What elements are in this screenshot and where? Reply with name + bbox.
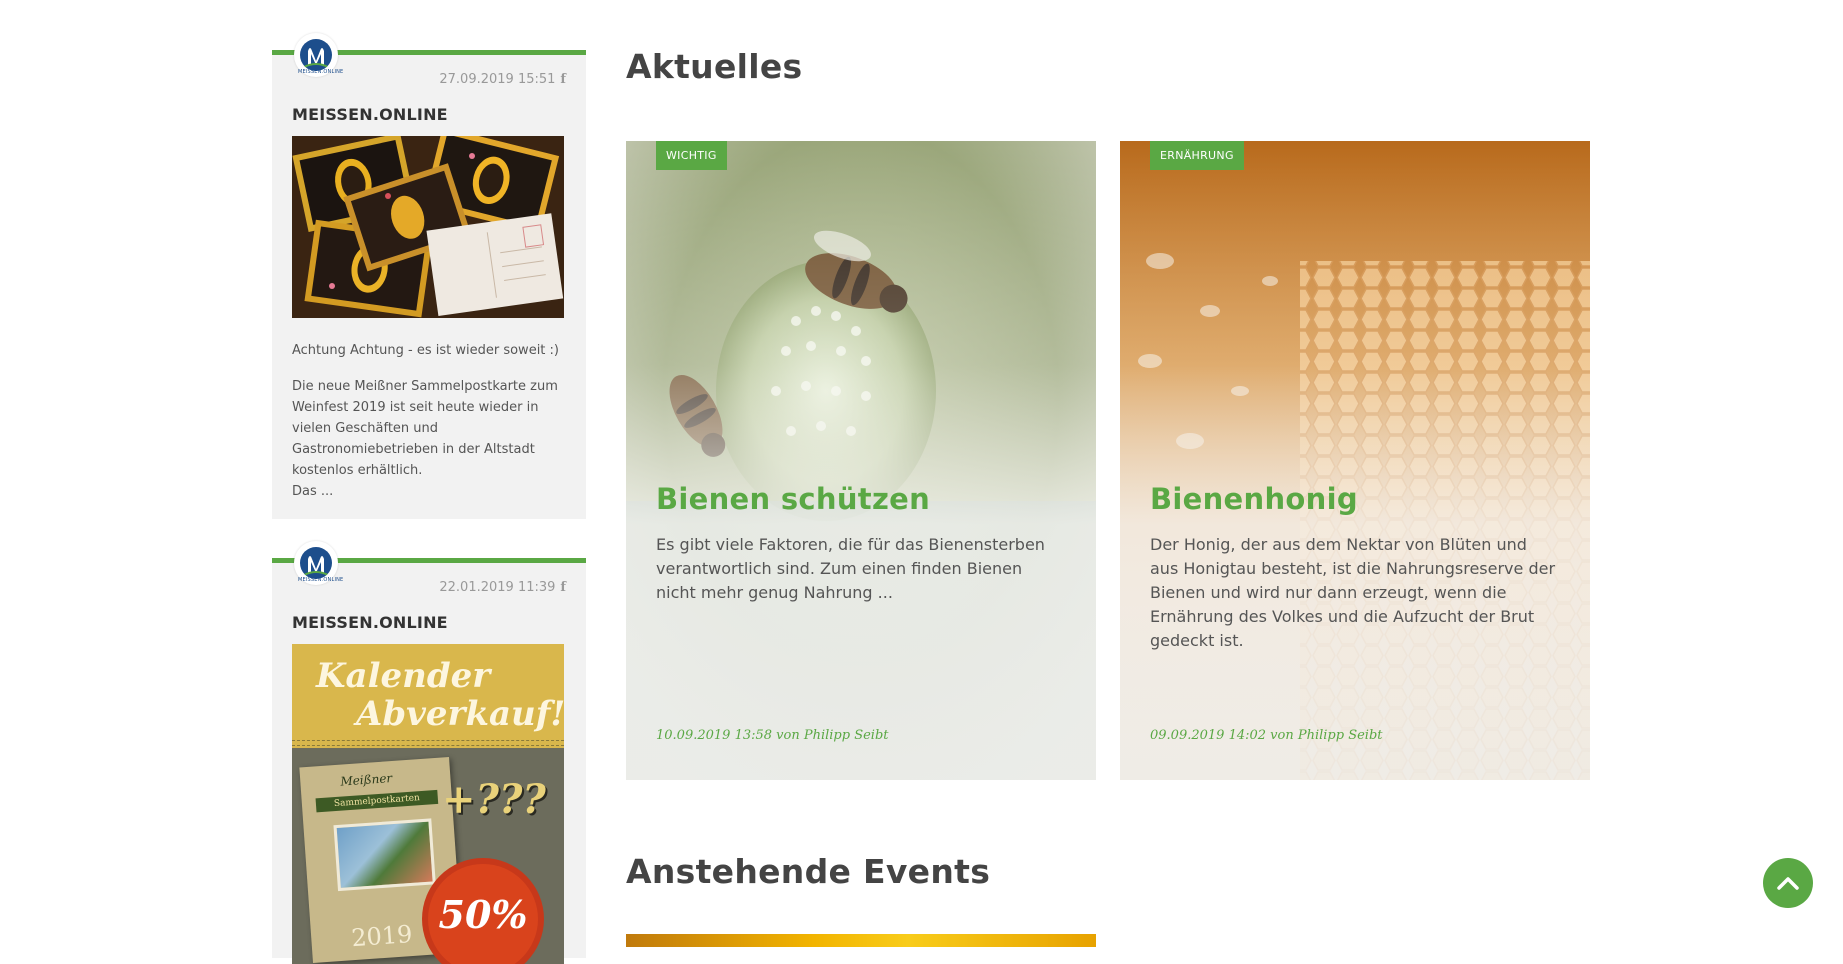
post-text-intro: Achtung Achtung - es ist wieder soweit :…: [292, 343, 559, 358]
chevron-up-icon: [1777, 877, 1799, 890]
book-title: Meißner: [339, 771, 393, 789]
post-author[interactable]: MEISSEN.ONLINE: [292, 105, 566, 124]
postcard-image[interactable]: [292, 136, 564, 318]
card-overlay: [626, 141, 1096, 780]
discount-value: 50%: [438, 892, 528, 937]
book-photo: [333, 818, 436, 892]
event-card-image[interactable]: [626, 934, 1096, 947]
article-title[interactable]: Bienenhonig: [1150, 482, 1358, 516]
post-author[interactable]: MEISSEN.ONLINE: [292, 613, 566, 632]
article-card[interactable]: WICHTIG Bienen schützen Es gibt viele Fa…: [626, 141, 1096, 780]
book-subtitle: Sammelpostkarten: [315, 789, 439, 813]
article-teaser: Der Honig, der aus dem Nektar von Blüten…: [1150, 535, 1556, 650]
facebook-icon[interactable]: f: [560, 72, 566, 87]
calendar-promo-image[interactable]: Kalender Abverkauf! Meißner Sammelpostka…: [292, 644, 564, 964]
article-meta: 09.09.2019 14:02 von Philipp Seibt: [1150, 728, 1383, 743]
article-teaser: Es gibt viele Faktoren, die für das Bien…: [656, 535, 1045, 602]
back-to-top-button[interactable]: [1763, 858, 1813, 908]
category-badge[interactable]: ERNÄHRUNG: [1150, 141, 1244, 170]
post-meta: 27.09.2019 15:51 f: [439, 72, 566, 87]
post-meta: 22.01.2019 11:39 f: [439, 580, 566, 595]
logo-text: MEISSEN.ONLINE: [298, 69, 344, 75]
card-overlay: [1120, 141, 1590, 780]
book-year: 2019: [350, 920, 414, 953]
facebook-post: MEISSEN.ONLINE 27.09.2019 15:51 f MEISSE…: [272, 33, 586, 519]
logo-text: MEISSEN.ONLINE: [298, 577, 344, 583]
meissen-online-logo[interactable]: MEISSEN.ONLINE: [294, 33, 344, 77]
facebook-post: MEISSEN.ONLINE 22.01.2019 11:39 f MEISSE…: [272, 541, 586, 964]
post-text-body: Die neue Meißner Sammelpostkarte zum Wei…: [292, 379, 558, 499]
promo-divider: [292, 740, 564, 746]
facebook-icon[interactable]: f: [560, 580, 566, 595]
promo-line-2: Abverkauf!: [356, 694, 564, 734]
promo-line-1: Kalender: [316, 656, 491, 696]
discount-badge: 50%: [428, 864, 538, 964]
post-timestamp: 22.01.2019 11:39: [439, 580, 556, 595]
news-heading: Aktuelles: [626, 47, 803, 86]
article-meta: 10.09.2019 13:58 von Philipp Seibt: [656, 728, 889, 743]
promo-plus-badge: +???: [442, 776, 546, 823]
article-card[interactable]: ERNÄHRUNG Bienenhonig Der Honig, der aus…: [1120, 141, 1590, 780]
article-title[interactable]: Bienen schützen: [656, 482, 930, 516]
meissen-online-logo[interactable]: MEISSEN.ONLINE: [294, 541, 344, 585]
post-timestamp: 27.09.2019 15:51: [439, 72, 556, 87]
events-heading: Anstehende Events: [626, 852, 991, 891]
category-badge[interactable]: WICHTIG: [656, 141, 727, 170]
